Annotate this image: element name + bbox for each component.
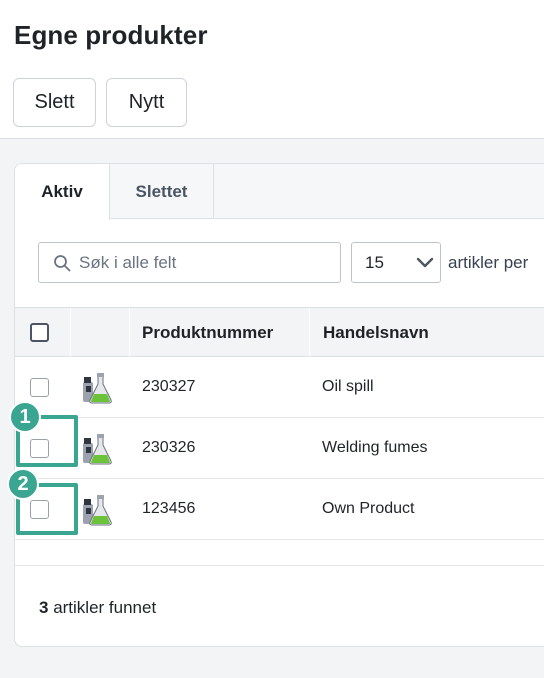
annotation-badge-1: 1 <box>9 401 41 433</box>
row-checkbox[interactable] <box>30 378 49 397</box>
table-header: Produktnummer Handelsnavn <box>15 307 544 358</box>
page-title: Egne produkter <box>14 20 208 50</box>
results-count-label: artikler funnet <box>48 598 157 617</box>
table-row[interactable]: 230326 Welding fumes <box>15 418 544 479</box>
new-button[interactable]: Nytt <box>106 78 187 127</box>
table-row[interactable]: 123456 Own Product <box>15 479 544 540</box>
product-number: 230326 <box>142 439 196 456</box>
trade-name: Own Product <box>322 500 415 517</box>
search-icon <box>54 255 71 272</box>
column-header-product-number[interactable]: Produktnummer <box>142 323 273 343</box>
table-row[interactable]: 230327 Oil spill <box>15 357 544 418</box>
product-number: 230327 <box>142 378 196 395</box>
annotation-badge-2: 2 <box>7 468 39 500</box>
chemical-product-icon <box>83 495 112 526</box>
tab-bar: Aktiv Slettet <box>15 164 544 220</box>
product-number: 123456 <box>142 500 196 517</box>
page-size-select[interactable]: 15 <box>351 242 441 283</box>
column-header-trade-name[interactable]: Handelsnavn <box>323 323 429 343</box>
products-panel: Aktiv Slettet 15 artikler per Produktnum… <box>14 163 544 647</box>
table-footer: 3 artikler funnet <box>15 565 544 646</box>
search-input[interactable] <box>79 243 334 282</box>
top-bar: Egne produkter Slett Nytt <box>0 0 544 139</box>
select-all-checkbox[interactable] <box>30 323 49 342</box>
chevron-down-icon <box>416 257 434 268</box>
tab-deleted[interactable]: Slettet <box>110 164 214 219</box>
search-field[interactable] <box>38 242 341 283</box>
trade-name: Oil spill <box>322 378 374 395</box>
trade-name: Welding fumes <box>322 439 428 456</box>
delete-button[interactable]: Slett <box>13 78 96 127</box>
chemical-product-icon <box>83 434 112 465</box>
per-page-label: artikler per <box>448 253 529 272</box>
tab-active[interactable]: Aktiv <box>15 164 110 220</box>
chemical-product-icon <box>83 373 112 404</box>
page-size-value: 15 <box>365 253 384 272</box>
results-count: 3 artikler funnet <box>39 598 156 618</box>
